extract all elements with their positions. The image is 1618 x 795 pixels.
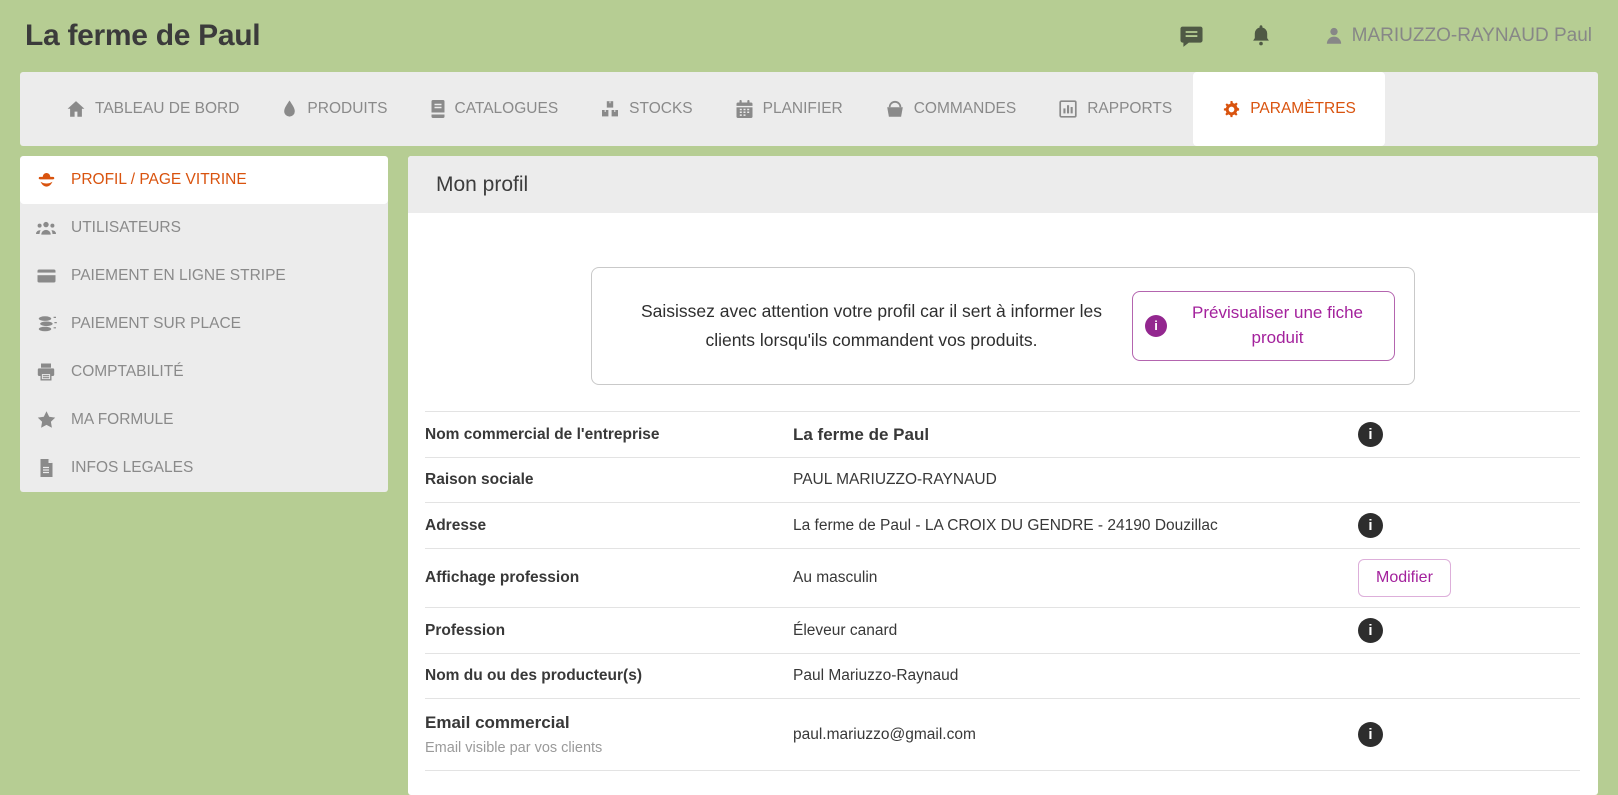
field-label: Affichage profession bbox=[425, 569, 580, 586]
section-header: Mon profil bbox=[408, 156, 1598, 213]
tab-parametres[interactable]: PARAMÈTRES bbox=[1193, 72, 1385, 146]
field-value: La ferme de Paul - LA CROIX DU GENDRE - … bbox=[793, 516, 1218, 534]
printer-icon bbox=[35, 362, 57, 382]
sidebar-item-comptabilite[interactable]: COMPTABILITÉ bbox=[20, 348, 388, 396]
field-value: Au masculin bbox=[793, 569, 878, 586]
field-value: Paul Mariuzzo-Raynaud bbox=[793, 667, 959, 684]
modify-button[interactable]: Modifier bbox=[1358, 559, 1451, 597]
preview-product-button[interactable]: i Prévisualiser une fiche produit bbox=[1132, 291, 1395, 361]
sidebar-item-profil[interactable]: PROFIL / PAGE VITRINE bbox=[20, 156, 388, 204]
user-name: MARIUZZO-RAYNAUD Paul bbox=[1351, 25, 1592, 46]
info-icon: i bbox=[1145, 315, 1167, 337]
field-label: Profession bbox=[425, 621, 506, 639]
sidebar-item-infos-legales[interactable]: INFOS LEGALES bbox=[20, 444, 388, 492]
settings-sidebar: PROFIL / PAGE VITRINE UTILISATEURS PAIEM… bbox=[20, 156, 388, 492]
book-icon bbox=[430, 99, 446, 119]
sidebar-item-utilisateurs[interactable]: UTILISATEURS bbox=[20, 204, 388, 252]
notice-wrap: Saisissez avec attention votre profil ca… bbox=[408, 213, 1598, 385]
layout: PROFIL / PAGE VITRINE UTILISATEURS PAIEM… bbox=[20, 156, 1598, 795]
field-value: paul.mariuzzo@gmail.com bbox=[793, 725, 976, 743]
home-icon bbox=[66, 99, 86, 119]
field-label: Nom commercial de l'entreprise bbox=[425, 425, 660, 443]
tab-stocks[interactable]: STOCKS bbox=[579, 72, 713, 146]
chat-icon[interactable] bbox=[1178, 23, 1205, 50]
info-icon[interactable]: i bbox=[1358, 618, 1383, 643]
basket-icon bbox=[885, 99, 905, 119]
table-row: Nom commercial de l'entreprise La ferme … bbox=[425, 411, 1580, 458]
sidebar-item-paiement-en-ligne-stripe[interactable]: PAIEMENT EN LIGNE STRIPE bbox=[20, 252, 388, 300]
tab-produits[interactable]: PRODUITS bbox=[260, 72, 408, 146]
field-label: Adresse bbox=[425, 516, 487, 534]
user-menu[interactable]: MARIUZZO-RAYNAUD Paul bbox=[1323, 25, 1592, 47]
profile-notice: Saisissez avec attention votre profil ca… bbox=[591, 267, 1415, 385]
field-label: Nom du ou des producteur(s) bbox=[425, 667, 642, 684]
bell-icon[interactable] bbox=[1249, 23, 1273, 49]
tab-commandes[interactable]: COMMANDES bbox=[864, 72, 1037, 146]
field-label: Raison sociale bbox=[425, 471, 534, 488]
field-sublabel: Email visible par vos clients bbox=[425, 740, 603, 756]
tab-tableau-de-bord[interactable]: TABLEAU DE BORD bbox=[45, 72, 260, 146]
document-icon bbox=[35, 458, 57, 478]
main-nav: TABLEAU DE BORD PRODUITS CATALOGUES STOC… bbox=[20, 72, 1598, 146]
calendar-icon bbox=[735, 99, 754, 119]
bar-chart-icon bbox=[1058, 99, 1078, 119]
field-value: Éleveur canard bbox=[793, 621, 898, 639]
header-actions: MARIUZZO-RAYNAUD Paul bbox=[1178, 23, 1592, 50]
page-title: Mon profil bbox=[436, 172, 529, 196]
farmer-icon bbox=[35, 170, 57, 191]
users-icon bbox=[35, 219, 57, 237]
profile-content: Mon profil Saisissez avec attention votr… bbox=[408, 156, 1598, 795]
table-row: Email commercial Email visible par vos c… bbox=[425, 699, 1580, 771]
sidebar-item-paiement-sur-place[interactable]: PAIEMENT SUR PLACE bbox=[20, 300, 388, 348]
boxes-icon bbox=[600, 99, 620, 119]
person-icon bbox=[1323, 25, 1345, 47]
table-row: Raison sociale PAUL MARIUZZO-RAYNAUD bbox=[425, 458, 1580, 503]
sidebar-item-ma-formule[interactable]: MA FORMULE bbox=[20, 396, 388, 444]
field-label: Email commercial Email visible par vos c… bbox=[425, 713, 793, 756]
table-row: Profession Éleveur canard i bbox=[425, 608, 1580, 654]
credit-card-icon bbox=[35, 268, 57, 284]
gear-icon bbox=[1222, 100, 1241, 119]
app-title: La ferme de Paul bbox=[25, 19, 261, 52]
info-icon[interactable]: i bbox=[1358, 422, 1383, 447]
table-row: Affichage profession Au masculin Modifie… bbox=[425, 549, 1580, 608]
field-value: La ferme de Paul bbox=[793, 424, 930, 444]
profile-table: Nom commercial de l'entreprise La ferme … bbox=[425, 411, 1580, 771]
tab-planifier[interactable]: PLANIFIER bbox=[714, 72, 864, 146]
coins-icon bbox=[35, 315, 57, 333]
app-header: La ferme de Paul MARIUZZO-RAYNAUD Paul bbox=[0, 0, 1618, 72]
tab-rapports[interactable]: RAPPORTS bbox=[1037, 72, 1193, 146]
field-value: PAUL MARIUZZO-RAYNAUD bbox=[793, 471, 997, 488]
table-row: Nom du ou des producteur(s) Paul Mariuzz… bbox=[425, 654, 1580, 699]
info-icon[interactable]: i bbox=[1358, 513, 1383, 538]
info-icon[interactable]: i bbox=[1358, 722, 1383, 747]
droplet-icon bbox=[281, 99, 298, 119]
table-row: Adresse La ferme de Paul - LA CROIX DU G… bbox=[425, 503, 1580, 549]
star-icon bbox=[35, 410, 57, 430]
tab-catalogues[interactable]: CATALOGUES bbox=[409, 72, 580, 146]
notice-text: Saisissez avec attention votre profil ca… bbox=[640, 301, 1102, 350]
